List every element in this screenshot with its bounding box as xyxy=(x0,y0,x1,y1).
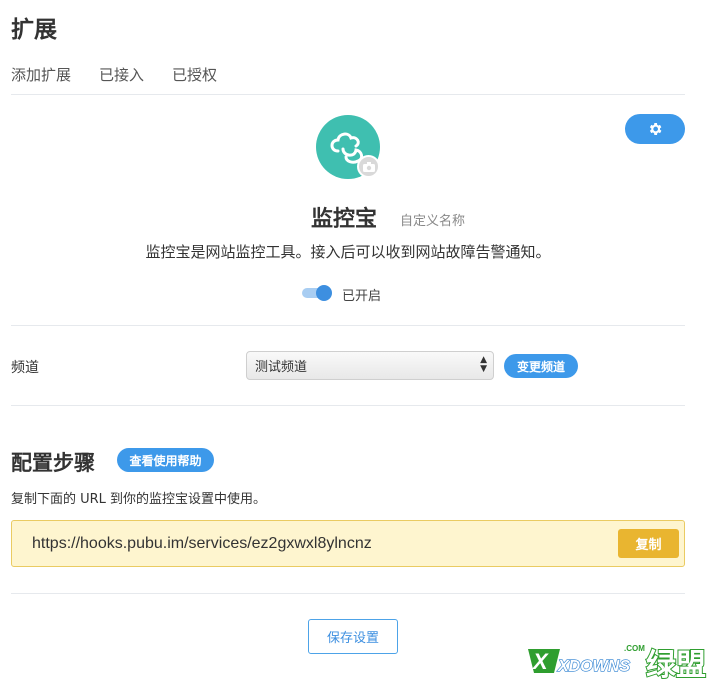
divider xyxy=(11,405,685,406)
watermark-cn: 绿盟 xyxy=(646,648,706,683)
toggle-knob xyxy=(316,285,332,301)
channel-label: 频道 xyxy=(11,360,39,376)
watermark-suffix: .COM xyxy=(624,644,645,653)
toggle-label: 已开启 xyxy=(342,289,382,304)
save-settings-button[interactable]: 保存设置 xyxy=(308,619,398,654)
change-channel-button[interactable]: 变更频道 xyxy=(504,354,578,378)
channel-select[interactable]: 测试频道 ▲ ▼ xyxy=(246,351,494,380)
change-logo-button[interactable] xyxy=(357,155,380,178)
help-button[interactable]: 查看使用帮助 xyxy=(117,448,214,472)
steps-title: 配置步骤 xyxy=(11,451,95,475)
webhook-url[interactable]: https://hooks.pubu.im/services/ez2gxwxl8… xyxy=(32,535,372,553)
watermark-x: X xyxy=(531,649,549,674)
divider xyxy=(11,325,685,326)
select-arrows-icon: ▲ ▼ xyxy=(480,355,487,374)
tab-add-extension[interactable]: 添加扩展 xyxy=(11,64,71,85)
divider xyxy=(11,94,685,95)
extension-description: 监控宝是网站监控工具。接入后可以收到网站故障告警通知。 xyxy=(145,243,551,261)
custom-name-link[interactable]: 自定义名称 xyxy=(400,210,465,229)
url-box: https://hooks.pubu.im/services/ez2gxwxl8… xyxy=(11,520,685,567)
tab-connected[interactable]: 已接入 xyxy=(99,64,144,85)
settings-button[interactable] xyxy=(625,114,685,144)
page-title: 扩展 xyxy=(11,17,57,43)
extension-name: 监控宝 xyxy=(311,207,378,232)
copy-button[interactable]: 复制 xyxy=(618,529,679,558)
camera-icon xyxy=(362,161,375,172)
steps-description: 复制下面的 URL 到你的监控宝设置中使用。 xyxy=(11,492,267,507)
gear-icon xyxy=(649,123,662,135)
watermark-brand: XDOWNS xyxy=(557,658,630,675)
watermark-logo: X XDOWNS .COM 绿盟 xyxy=(528,644,707,683)
tab-authorized[interactable]: 已授权 xyxy=(172,64,217,85)
enabled-toggle[interactable] xyxy=(302,285,332,301)
tab-bar: 添加扩展 已接入 已授权 xyxy=(11,64,217,85)
channel-selected-value: 测试频道 xyxy=(255,360,308,375)
divider xyxy=(11,593,685,594)
